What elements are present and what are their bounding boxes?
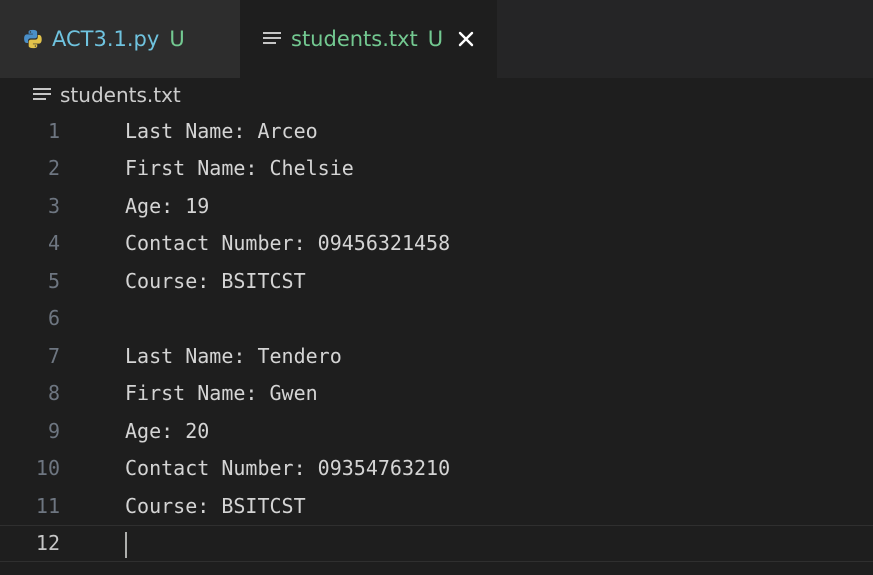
line-number: 9 — [47, 418, 60, 443]
line-text[interactable]: First Name: Gwen — [70, 381, 318, 405]
editor-line[interactable]: 7 Last Name: Tendero — [0, 337, 873, 375]
line-text[interactable]: Age: 19 — [70, 194, 209, 218]
tab-students-txt[interactable]: students.txt U — [240, 0, 498, 78]
tab-act3-1-py[interactable]: ACT3.1.py U — [0, 0, 240, 78]
editor-window: ACT3.1.py U students.txt U students.txt … — [0, 0, 873, 575]
editor-line[interactable]: 8 First Name: Gwen — [0, 375, 873, 413]
line-text[interactable]: Contact Number: 09354763210 — [70, 456, 450, 480]
tab-label: students.txt — [291, 27, 418, 51]
breadcrumb[interactable]: students.txt — [0, 78, 873, 112]
text-editor[interactable]: 1 Last Name: Arceo 2 First Name: Chelsie 3 Ag… — [0, 112, 873, 575]
text-cursor — [125, 531, 127, 558]
line-number: 8 — [47, 381, 60, 406]
editor-line[interactable]: 1 Last Name: Arceo — [0, 112, 873, 150]
line-text[interactable]: Last Name: Arceo — [70, 119, 318, 143]
untracked-badge: U — [427, 27, 444, 51]
line-number: 11 — [35, 493, 60, 518]
untracked-badge: U — [169, 27, 185, 51]
editor-line[interactable]: 4 Contact Number: 09456321458 — [0, 225, 873, 263]
line-text[interactable]: Contact Number: 09456321458 — [70, 231, 450, 255]
line-text[interactable]: Age: 20 — [70, 419, 209, 443]
text-file-icon — [263, 32, 281, 44]
editor-line[interactable]: 5 Course: BSITCST — [0, 262, 873, 300]
tab-bar: ACT3.1.py U students.txt U — [0, 0, 873, 78]
tab-label: ACT3.1.py — [52, 27, 160, 51]
editor-line[interactable]: 3 Age: 19 — [0, 187, 873, 225]
line-number: 12 — [35, 531, 60, 556]
line-number: 4 — [47, 231, 60, 256]
close-icon — [458, 31, 474, 47]
python-icon — [24, 29, 42, 49]
line-text[interactable]: Last Name: Tendero — [70, 344, 342, 368]
editor-line[interactable]: 9 Age: 20 — [0, 412, 873, 450]
line-number: 6 — [47, 306, 60, 331]
line-number: 1 — [47, 118, 60, 143]
editor-line[interactable]: 11 Course: BSITCST — [0, 487, 873, 525]
line-number: 5 — [47, 268, 60, 293]
editor-line[interactable]: 6 — [0, 300, 873, 338]
line-number: 3 — [47, 193, 60, 218]
close-tab-button[interactable] — [453, 26, 479, 52]
line-text[interactable]: First Name: Chelsie — [70, 156, 354, 180]
line-text[interactable]: Course: BSITCST — [70, 269, 306, 293]
editor-line[interactable]: 10 Contact Number: 09354763210 — [0, 450, 873, 488]
line-text[interactable]: Course: BSITCST — [70, 494, 306, 518]
text-file-icon — [33, 88, 51, 100]
breadcrumb-file-label: students.txt — [60, 83, 181, 107]
line-number: 2 — [47, 156, 60, 181]
line-number: 7 — [47, 343, 60, 368]
line-number: 10 — [35, 456, 60, 481]
editor-line[interactable]: 2 First Name: Chelsie — [0, 150, 873, 188]
editor-line[interactable]: 12 — [0, 524, 873, 562]
